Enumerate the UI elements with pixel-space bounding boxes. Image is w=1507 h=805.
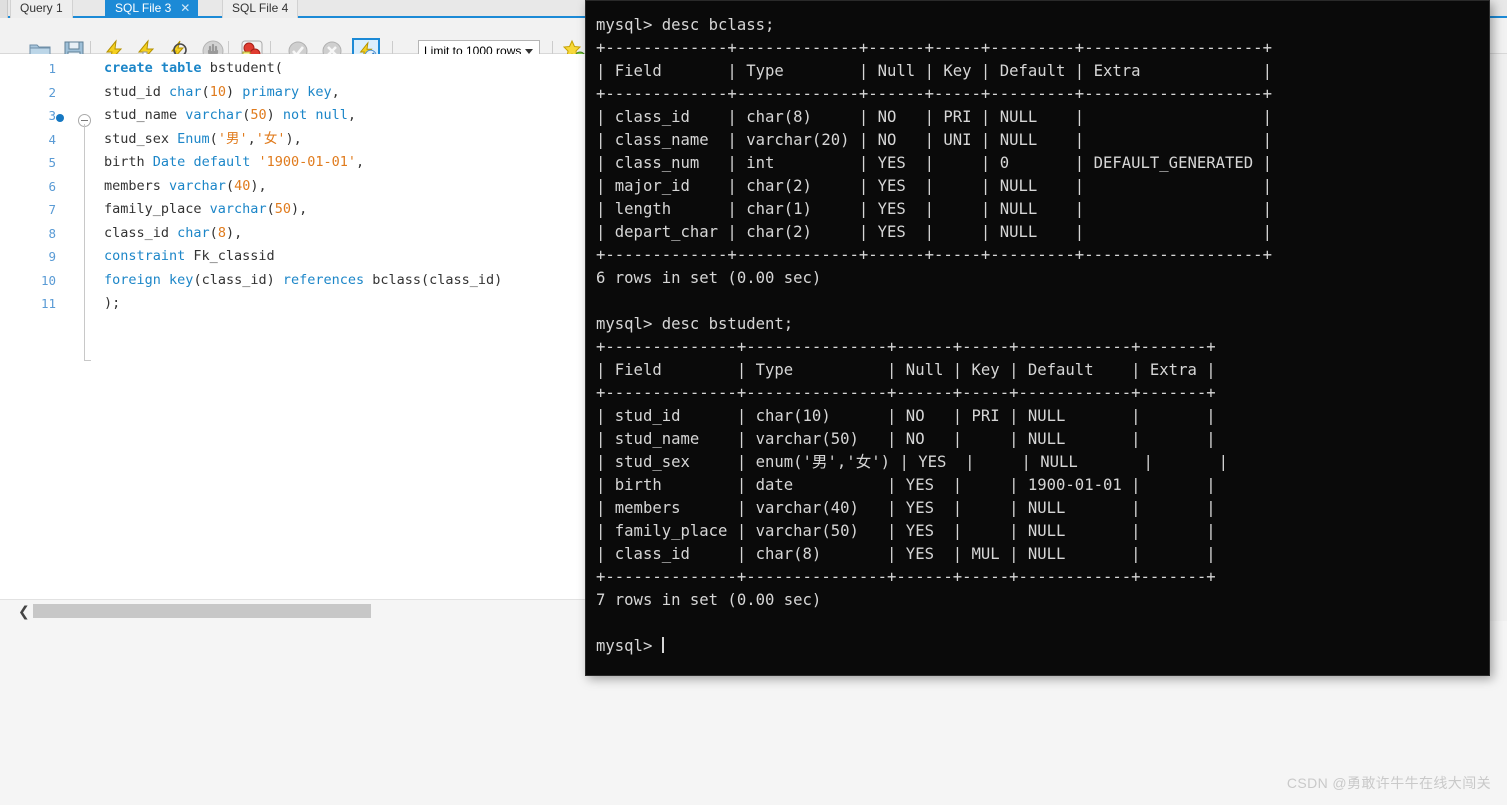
fold-guide-hook (84, 360, 91, 361)
code-line[interactable]: 1 create table bstudent( (9, 57, 586, 81)
line-number: 2 (48, 84, 56, 100)
code-line-text: stud_name varchar(50) not null, (104, 107, 357, 123)
line-number: 5 (48, 155, 56, 170)
code-line-text: stud_id char(10) primary key, (104, 83, 340, 100)
line-number: 3 (48, 108, 56, 123)
tab-label: Query 1 (20, 1, 63, 15)
code-line-text: foreign key(class_id) references bclass(… (104, 271, 503, 288)
code-line-text: family_place varchar(50), (104, 201, 308, 217)
terminal-cursor (661, 637, 664, 653)
line-number: 11 (40, 296, 56, 311)
code-line[interactable]: 8 class_id char(8), (9, 222, 586, 246)
code-line-text: stud_sex Enum('男','女'), (104, 130, 302, 147)
code-line[interactable]: 5 birth Date default '1900-01-01', (9, 151, 586, 175)
scrollbar-thumb[interactable] (33, 604, 371, 618)
code-line-text: members varchar(40), (104, 177, 267, 194)
scroll-left-arrow-icon[interactable]: ❮ (18, 604, 30, 620)
code-line[interactable]: 3 stud_name varchar(50) not null, (9, 104, 586, 128)
code-line-text: class_id char(8), (104, 224, 243, 241)
line-number: 9 (48, 249, 56, 264)
watermark: CSDN @勇敢许牛牛在线大闯关 (1286, 775, 1491, 791)
tab-query-1[interactable]: Query 1 (10, 0, 73, 18)
code-line[interactable]: 11); (9, 292, 586, 316)
code-line[interactable]: 7 family_place varchar(50), (9, 198, 586, 222)
code-line[interactable]: 9 constraint Fk_classid (9, 245, 586, 269)
line-number: 6 (48, 178, 56, 194)
mysql-terminal-window[interactable]: mysql> desc bclass; +-------------+-----… (585, 0, 1490, 676)
tab-label: SQL File 4 (232, 1, 289, 15)
editor-horizontal-scrollbar[interactable]: ❮ (0, 599, 586, 621)
close-icon[interactable]: ✕ (180, 0, 190, 19)
line-number: 7 (48, 202, 56, 217)
code-line-text: create table bstudent( (104, 60, 283, 76)
line-number: 4 (48, 131, 56, 147)
code-line-text: constraint Fk_classid (104, 248, 275, 264)
tab-sql-file-3[interactable]: SQL File 3 ✕ (105, 0, 199, 19)
line-number: 10 (40, 272, 56, 288)
code-line-text: birth Date default '1900-01-01', (104, 154, 365, 170)
sql-code-block[interactable]: 1 create table bstudent( 2 stud_id char(10)… (9, 57, 586, 316)
code-line[interactable]: 2 stud_id char(10) primary key, (9, 81, 586, 105)
code-line[interactable]: 10 foreign key(class_id) references bclas… (9, 269, 586, 293)
code-line[interactable]: 6 members varchar(40), (9, 175, 586, 199)
line-number: 1 (48, 61, 56, 76)
sql-editor[interactable]: 1 create table bstudent( 2 stud_id char(10)… (0, 54, 586, 599)
code-line[interactable]: 4 stud_sex Enum('男','女'), (9, 128, 586, 152)
tab-label: SQL File 3 (115, 1, 172, 15)
terminal-output: mysql> desc bclass; +-------------+-----… (596, 16, 1272, 655)
tab-sql-file-4[interactable]: SQL File 4 (222, 0, 299, 18)
code-line-text: ); (104, 295, 121, 311)
tabstrip-left-edge (0, 0, 8, 18)
line-number: 8 (48, 225, 56, 241)
